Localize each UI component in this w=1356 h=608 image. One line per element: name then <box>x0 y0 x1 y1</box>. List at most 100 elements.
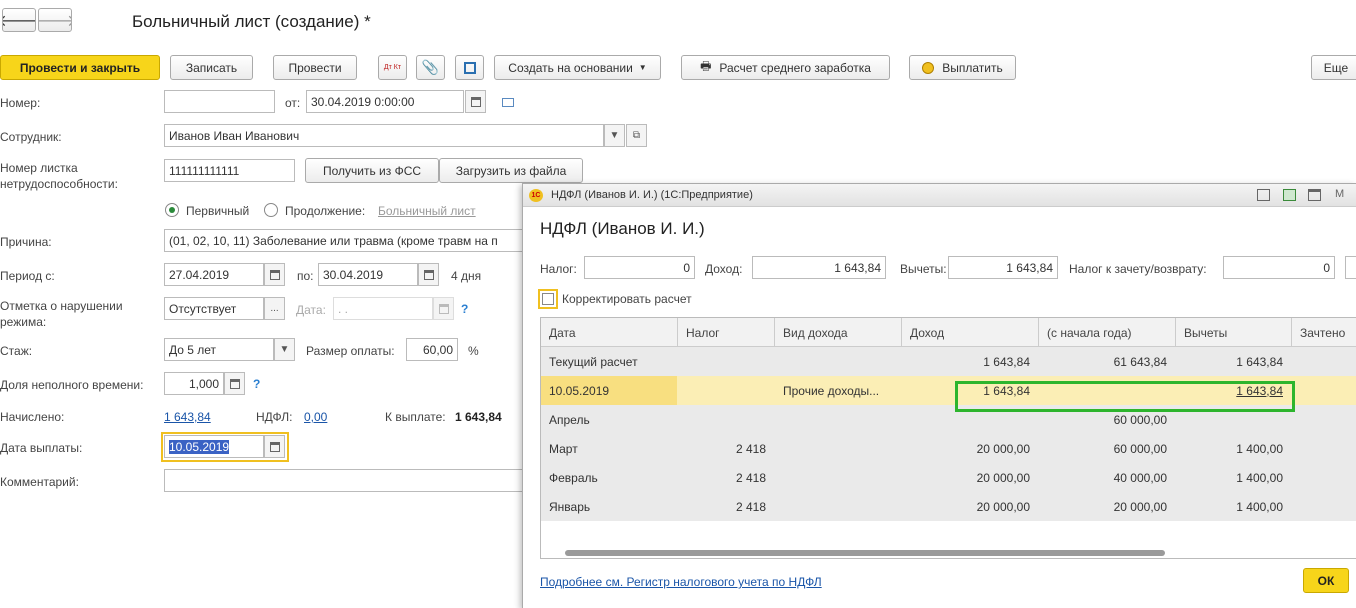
violation-date-calendar[interactable] <box>433 297 454 320</box>
parttime-label: Доля неполного времени: <box>0 378 144 392</box>
days-count: 4 дня <box>451 269 482 283</box>
table-row[interactable]: Январь 2 418 20 000,00 20 000,00 1 400,0… <box>541 492 1356 521</box>
cell-tax <box>678 376 774 405</box>
number-field[interactable] <box>164 90 275 113</box>
sheet-number-label: Номер листка нетрудоспособности: <box>0 161 118 191</box>
ok-button[interactable]: ОК <box>1303 568 1349 593</box>
table-header: Дата Налог Вид дохода Доход (с начала го… <box>541 318 1356 347</box>
topay-label: К выплате: <box>385 410 446 424</box>
paydate-calendar[interactable] <box>264 435 285 458</box>
more-button[interactable]: Еще <box>1311 55 1356 80</box>
calendar-icon <box>470 96 481 107</box>
continuation-radio[interactable] <box>264 203 278 217</box>
cell-kind <box>775 434 901 463</box>
ndfl-link[interactable]: 0,00 <box>304 410 327 424</box>
col-ytd[interactable]: (с начала года) <box>1039 318 1175 347</box>
calendar-icon[interactable] <box>1308 189 1321 201</box>
tax-label: Налог: <box>540 262 577 276</box>
horizontal-scrollbar[interactable] <box>565 550 1165 556</box>
dtkt-icon[interactable]: Дт Кт <box>378 55 407 80</box>
violation-date-label: Дата: <box>296 303 326 317</box>
date-field[interactable]: 30.04.2019 0:00:00 <box>306 90 464 113</box>
col-credited[interactable]: Зачтено <box>1292 318 1356 347</box>
parttime-help-icon[interactable]: ? <box>253 377 260 391</box>
period-to-calendar[interactable] <box>418 263 439 286</box>
ndfl-table[interactable]: Дата Налог Вид дохода Доход (с начала го… <box>540 317 1356 559</box>
primary-label: Первичный <box>186 204 250 218</box>
period-from-field[interactable]: 27.04.2019 <box>164 263 264 286</box>
attachment-icon[interactable]: 📎 <box>416 55 445 80</box>
employee-dropdown-button[interactable]: ▼ <box>604 124 625 147</box>
calendar-button[interactable] <box>465 90 486 113</box>
ndfl-label: НДФЛ: <box>256 410 293 424</box>
col-date[interactable]: Дата <box>541 318 677 347</box>
tax-field[interactable]: 0 <box>584 256 695 279</box>
memory-icon[interactable]: M <box>1335 188 1344 200</box>
get-from-fss-button[interactable]: Получить из ФСС <box>305 158 439 183</box>
cell-date: 10.05.2019 <box>541 376 677 405</box>
structure-icon[interactable] <box>455 55 484 80</box>
save-button[interactable]: Записать <box>170 55 253 80</box>
parttime-calc-button[interactable] <box>224 372 245 395</box>
1c-logo-icon: 1С <box>529 189 543 202</box>
offset-field[interactable]: 0 <box>1223 256 1335 279</box>
cell-date: Март <box>549 441 578 456</box>
pay-button[interactable]: Выплатить <box>909 55 1016 80</box>
offset-label: Налог к зачету/возврату: <box>1069 262 1207 276</box>
table-row[interactable]: Март 2 418 20 000,00 60 000,00 1 400,00 <box>541 434 1356 463</box>
cell-tax: 2 418 <box>735 441 766 456</box>
primary-radio[interactable] <box>165 203 179 217</box>
employee-open-button[interactable]: ⧉ <box>626 124 647 147</box>
violation-select-button[interactable]: ... <box>264 297 285 320</box>
reason-field[interactable]: (01, 02, 10, 11) Заболевание или травма … <box>164 229 524 252</box>
offset-extra-field[interactable] <box>1345 256 1356 279</box>
avg-earnings-button[interactable]: 🖶 Расчет среднего заработка <box>681 55 890 80</box>
forward-button[interactable]: 🡒 <box>38 8 72 32</box>
percent-sign: % <box>468 344 479 358</box>
violation-date-field[interactable]: . . <box>333 297 433 320</box>
period-from-calendar[interactable] <box>264 263 285 286</box>
ndfl-register-link[interactable]: Подробнее см. Регистр налогового учета п… <box>540 575 822 589</box>
col-deductions[interactable]: Вычеты <box>1176 318 1291 347</box>
table-row[interactable]: Февраль 2 418 20 000,00 40 000,00 1 400,… <box>541 463 1356 492</box>
tenure-field[interactable]: До 5 лет <box>164 338 274 361</box>
cell-ytd: 20 000,00 <box>1113 499 1167 514</box>
col-kind[interactable]: Вид дохода <box>775 318 901 347</box>
load-from-file-button[interactable]: Загрузить из файла <box>439 158 583 183</box>
cell-tax: 2 418 <box>735 499 766 514</box>
calculator-icon <box>229 378 240 389</box>
cell-ytd: 60 000,00 <box>1113 441 1167 456</box>
period-to-field[interactable]: 30.04.2019 <box>318 263 418 286</box>
print-icon[interactable] <box>1257 189 1270 201</box>
employee-field[interactable]: Иванов Иван Иванович <box>164 124 604 147</box>
list-icon[interactable] <box>502 98 514 107</box>
page-title: Больничный лист (создание) * <box>132 12 371 31</box>
accrued-link[interactable]: 1 643,84 <box>164 410 211 424</box>
tenure-dropdown-button[interactable]: ▼ <box>274 338 295 361</box>
pay-size-field[interactable]: 60,00 <box>406 338 458 361</box>
col-tax[interactable]: Налог <box>678 318 774 347</box>
violation-label: Отметка о нарушении режима: <box>0 299 123 329</box>
paydate-field[interactable]: 10.05.2019 <box>164 435 264 458</box>
correct-checkbox[interactable] <box>538 289 558 309</box>
comment-field[interactable] <box>164 469 524 492</box>
period-to-label: по: <box>297 269 314 283</box>
deductions-field[interactable]: 1 643,84 <box>948 256 1058 279</box>
number-label: Номер: <box>0 96 41 110</box>
violation-field[interactable]: Отсутствует <box>164 297 264 320</box>
post-and-close-button[interactable]: Провести и закрыть <box>0 55 160 80</box>
sheet-number-field[interactable]: 111111111111 <box>164 159 295 182</box>
col-income[interactable]: Доход <box>902 318 1038 347</box>
income-field[interactable]: 1 643,84 <box>752 256 886 279</box>
table-row[interactable]: Текущий расчет 1 643,84 61 643,84 1 643,… <box>541 347 1356 376</box>
period-label: Период с: <box>0 269 55 283</box>
cell-tax <box>678 405 774 434</box>
parttime-field[interactable]: 1,000 <box>164 372 224 395</box>
back-button[interactable]: 🡐 <box>2 8 36 32</box>
table-icon[interactable] <box>1283 189 1296 201</box>
continuation-link[interactable]: Больничный лист <box>378 204 476 218</box>
help-icon[interactable]: ? <box>461 302 468 316</box>
continuation-label: Продолжение: <box>285 204 366 218</box>
post-button[interactable]: Провести <box>273 55 357 80</box>
create-based-on-button[interactable]: Создать на основании ▼ <box>494 55 661 80</box>
